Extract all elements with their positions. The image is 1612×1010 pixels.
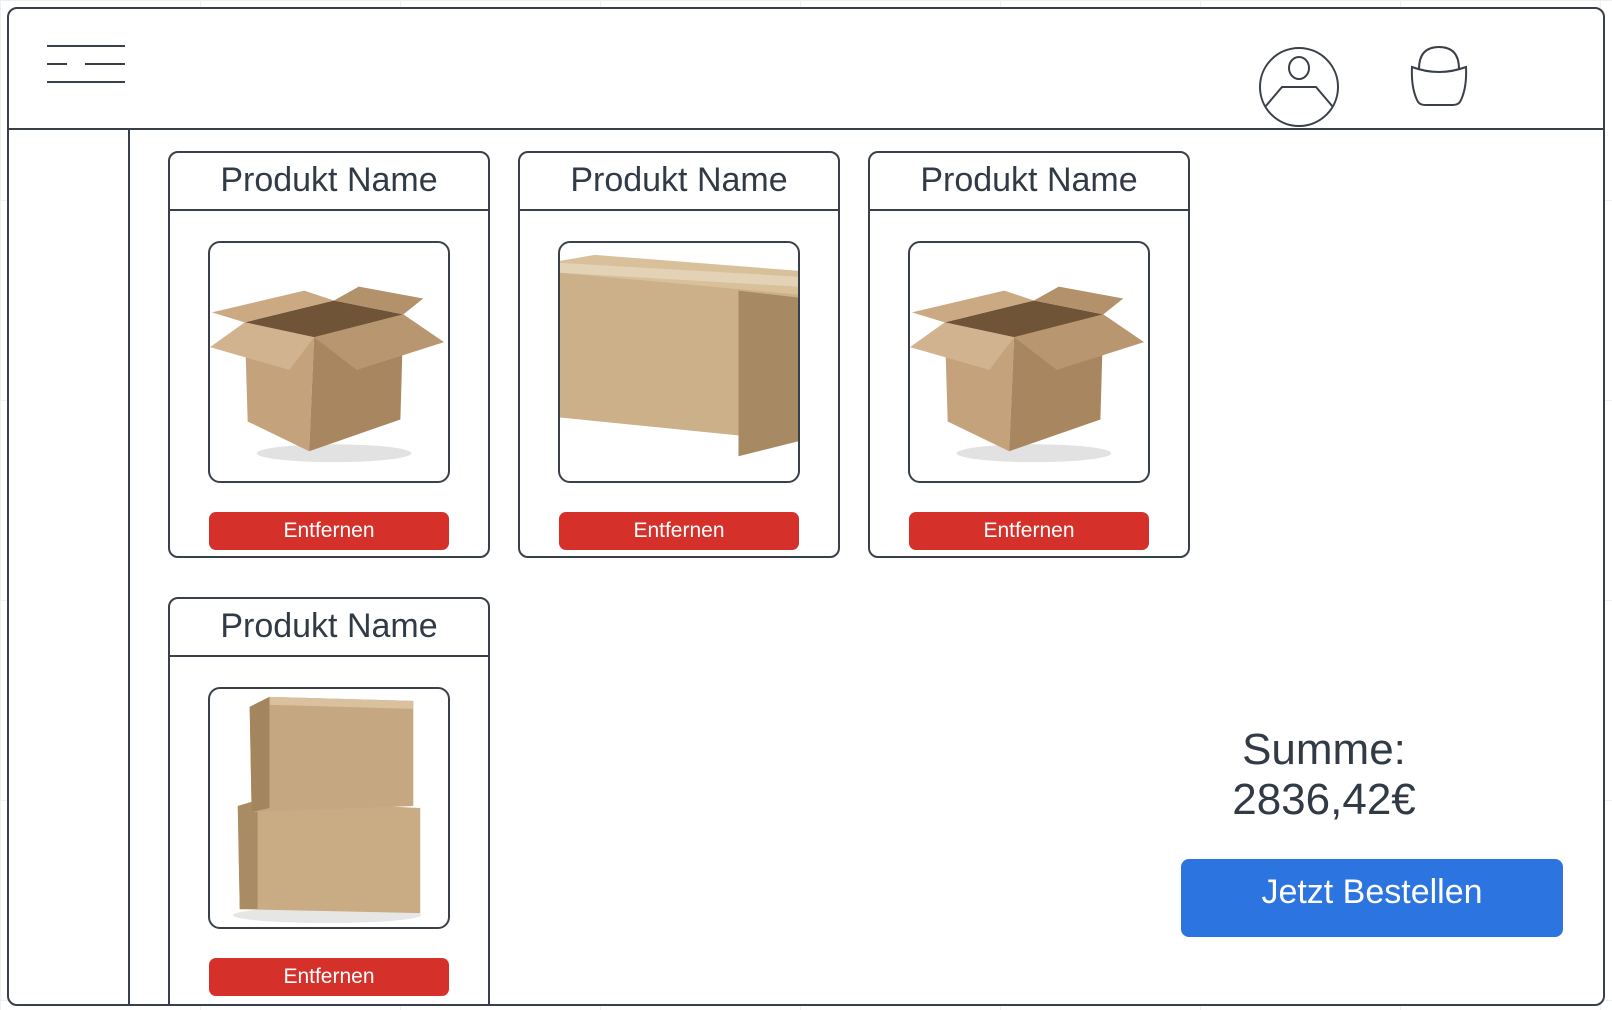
remove-button[interactable]: Entfernen	[209, 512, 449, 550]
remove-button[interactable]: Entfernen	[559, 512, 799, 550]
product-name: Produkt Name	[870, 153, 1188, 211]
shopping-basket-icon[interactable]	[1409, 45, 1469, 111]
product-image	[208, 687, 450, 929]
product-name: Produkt Name	[520, 153, 838, 211]
product-card: Produkt Name Entfernen	[168, 597, 490, 1004]
product-image	[208, 241, 450, 483]
product-card: Produkt Name Entfernen	[518, 151, 840, 558]
product-image	[558, 241, 800, 483]
app-window: Produkt Name Entfernen Produkt Name Entf…	[7, 7, 1605, 1006]
user-profile-icon[interactable]	[1257, 45, 1341, 129]
product-name: Produkt Name	[170, 599, 488, 657]
header-bar	[9, 9, 1603, 130]
product-card: Produkt Name Entfernen	[168, 151, 490, 558]
order-now-button[interactable]: Jetzt Bestellen	[1181, 859, 1563, 937]
remove-button[interactable]: Entfernen	[209, 958, 449, 996]
sum-label: Summe:	[1242, 725, 1406, 774]
product-image	[908, 241, 1150, 483]
sidebar	[9, 130, 130, 1004]
product-card: Produkt Name Entfernen	[868, 151, 1190, 558]
sum-total: 2836,42€	[1232, 775, 1416, 824]
remove-button[interactable]: Entfernen	[909, 512, 1149, 550]
hamburger-menu-icon[interactable]	[47, 44, 129, 88]
product-name: Produkt Name	[170, 153, 488, 211]
